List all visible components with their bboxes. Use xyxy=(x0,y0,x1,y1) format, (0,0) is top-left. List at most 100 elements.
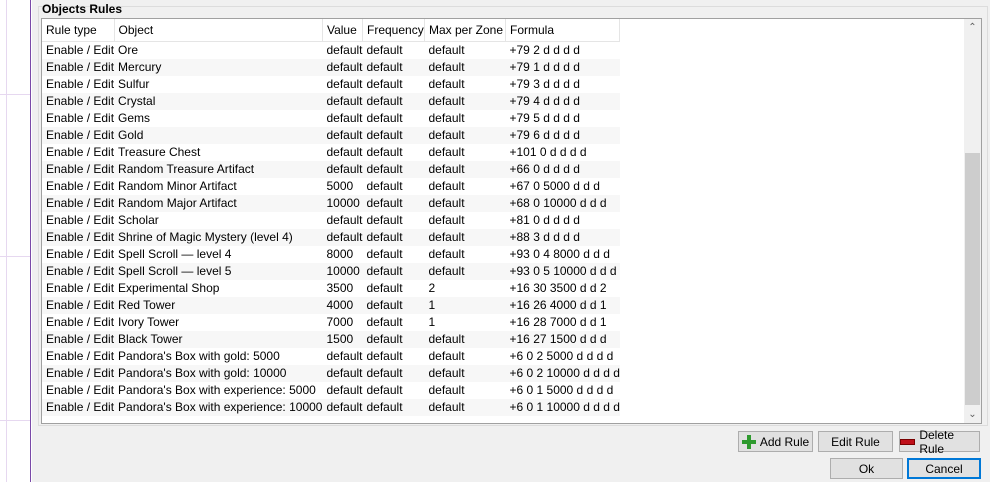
cell-frequency: default xyxy=(362,297,425,314)
table-row[interactable]: Enable / Edit Experimental Shop 3500 defaul… xyxy=(42,280,620,297)
column-header-object[interactable]: Object xyxy=(114,19,323,42)
cell-value: 3500 xyxy=(322,280,363,297)
add-rule-button[interactable]: Add Rule xyxy=(738,431,813,452)
table-body: Enable / Edit Ore default default default +79… xyxy=(42,41,620,416)
cell-formula: +6 0 1 5000 d d d d xyxy=(505,382,620,399)
table-row[interactable]: Enable / Edit Crystal default default defaul… xyxy=(42,93,620,110)
cancel-button[interactable]: Cancel xyxy=(907,458,981,479)
column-header-formula[interactable]: Formula xyxy=(505,19,621,42)
table-row[interactable]: Enable / Edit Black Tower 1500 default defau… xyxy=(42,331,620,348)
cell-frequency: default xyxy=(362,127,425,144)
plus-icon xyxy=(741,434,756,449)
cell-object: Experimental Shop xyxy=(114,280,323,297)
cell-max-per-zone: default xyxy=(424,195,506,212)
cell-rule-type: Enable / Edit xyxy=(42,110,115,127)
cell-object: Treasure Chest xyxy=(114,144,323,161)
table-row[interactable]: Enable / Edit Random Minor Artifact 5000 de… xyxy=(42,178,620,195)
cell-object: Pandora's Box with gold: 10000 xyxy=(114,365,323,382)
table-row[interactable]: Enable / Edit Random Major Artifact 10000 d… xyxy=(42,195,620,212)
cell-object: Pandora's Box with experience: 10000 xyxy=(114,399,323,416)
cell-formula: +16 28 7000 d d 1 xyxy=(505,314,620,331)
rules-table-container[interactable]: Rule type Object Value Frequency Max per… xyxy=(41,18,982,424)
scroll-up-icon[interactable]: ⌃ xyxy=(964,19,981,36)
column-header-max-per-zone[interactable]: Max per Zone xyxy=(424,19,506,42)
table-row[interactable]: Enable / Edit Ore default default default +79… xyxy=(42,41,620,59)
cell-frequency: default xyxy=(362,41,425,59)
column-header-frequency[interactable]: Frequency xyxy=(362,19,425,42)
scroll-thumb[interactable] xyxy=(965,153,980,405)
table-row[interactable]: Enable / Edit Shrine of Magic Mystery (le… xyxy=(42,229,620,246)
cell-value: default xyxy=(322,110,363,127)
cell-max-per-zone: default xyxy=(424,382,506,399)
cell-rule-type: Enable / Edit xyxy=(42,76,115,93)
cell-formula: +79 1 d d d d xyxy=(505,59,620,76)
delete-rule-button[interactable]: Delete Rule xyxy=(899,428,980,456)
column-header-value[interactable]: Value xyxy=(322,19,364,42)
table-row[interactable]: Enable / Edit Random Treasure Artifact def… xyxy=(42,161,620,178)
cell-rule-type: Enable / Edit xyxy=(42,178,115,195)
cancel-label: Cancel xyxy=(925,461,963,476)
grid-line xyxy=(0,420,30,421)
cell-value: default xyxy=(322,382,363,399)
cell-object: Mercury xyxy=(114,59,323,76)
cell-max-per-zone: default xyxy=(424,161,506,178)
cell-object: Crystal xyxy=(114,93,323,110)
table-row[interactable]: Enable / Edit Spell Scroll — level 5 10000… xyxy=(42,263,620,280)
cell-rule-type: Enable / Edit xyxy=(42,212,115,229)
table-row[interactable]: Enable / Edit Mercury default default defaul… xyxy=(42,59,620,76)
cell-max-per-zone: default xyxy=(424,399,506,416)
cell-value: 4000 xyxy=(322,297,363,314)
table-row[interactable]: Enable / Edit Gold default default default +7… xyxy=(42,127,620,144)
cell-object: Pandora's Box with experience: 5000 xyxy=(114,382,323,399)
cell-max-per-zone: 2 xyxy=(424,280,506,297)
cell-formula: +93 0 4 8000 d d d xyxy=(505,246,620,263)
vertical-scrollbar[interactable]: ⌃ ⌄ xyxy=(964,19,981,423)
edit-rule-button[interactable]: Edit Rule xyxy=(818,431,893,452)
cell-value: 5000 xyxy=(322,178,363,195)
cell-value: 10000 xyxy=(322,263,363,280)
cell-value: default xyxy=(322,229,363,246)
cell-rule-type: Enable / Edit xyxy=(42,348,115,365)
cell-frequency: default xyxy=(362,110,425,127)
cell-formula: +16 27 1500 d d d xyxy=(505,331,620,348)
cell-rule-type: Enable / Edit xyxy=(42,144,115,161)
cell-object: Random Treasure Artifact xyxy=(114,161,323,178)
cell-formula: +88 3 d d d d xyxy=(505,229,620,246)
table-row[interactable]: Enable / Edit Spell Scroll — level 4 8000 d… xyxy=(42,246,620,263)
table-row[interactable]: Enable / Edit Treasure Chest default defaul… xyxy=(42,144,620,161)
cell-value: 10000 xyxy=(322,195,363,212)
table-row[interactable]: Enable / Edit Pandora's Box with experien… xyxy=(42,399,620,416)
cell-formula: +68 0 10000 d d d xyxy=(505,195,620,212)
cell-object: Random Minor Artifact xyxy=(114,178,323,195)
cell-value: default xyxy=(322,365,363,382)
table-row[interactable]: Enable / Edit Ivory Tower 7000 default 1 +16 … xyxy=(42,314,620,331)
table-row[interactable]: Enable / Edit Scholar default default defaul… xyxy=(42,212,620,229)
table-row[interactable]: Enable / Edit Pandora's Box with gold: 10… xyxy=(42,365,620,382)
cell-frequency: default xyxy=(362,331,425,348)
cell-frequency: default xyxy=(362,144,425,161)
table-row[interactable]: Enable / Edit Red Tower 4000 default 1 +16 26… xyxy=(42,297,620,314)
table-row[interactable]: Enable / Edit Sulfur default default default… xyxy=(42,76,620,93)
cell-value: default xyxy=(322,399,363,416)
cell-value: 1500 xyxy=(322,331,363,348)
cell-max-per-zone: default xyxy=(424,331,506,348)
cell-max-per-zone: default xyxy=(424,212,506,229)
cell-formula: +79 6 d d d d xyxy=(505,127,620,144)
table-row[interactable]: Enable / Edit Gems default default default +7… xyxy=(42,110,620,127)
cell-value: default xyxy=(322,212,363,229)
cell-max-per-zone: default xyxy=(424,76,506,93)
column-header-rule-type[interactable]: Rule type xyxy=(42,19,115,42)
cell-object: Ore xyxy=(114,41,323,59)
cell-rule-type: Enable / Edit xyxy=(42,314,115,331)
table-row[interactable]: Enable / Edit Pandora's Box with gold: 50… xyxy=(42,348,620,365)
cell-object: Gold xyxy=(114,127,323,144)
objects-rules-panel: Objects Rules Rule type Object Value Fre… xyxy=(32,0,990,482)
cell-object: Red Tower xyxy=(114,297,323,314)
grid-line xyxy=(0,94,30,95)
cell-max-per-zone: default xyxy=(424,93,506,110)
cell-frequency: default xyxy=(362,348,425,365)
ok-button[interactable]: Ok xyxy=(830,458,903,479)
cell-rule-type: Enable / Edit xyxy=(42,229,115,246)
scroll-down-icon[interactable]: ⌄ xyxy=(964,406,981,423)
table-row[interactable]: Enable / Edit Pandora's Box with experien… xyxy=(42,382,620,399)
